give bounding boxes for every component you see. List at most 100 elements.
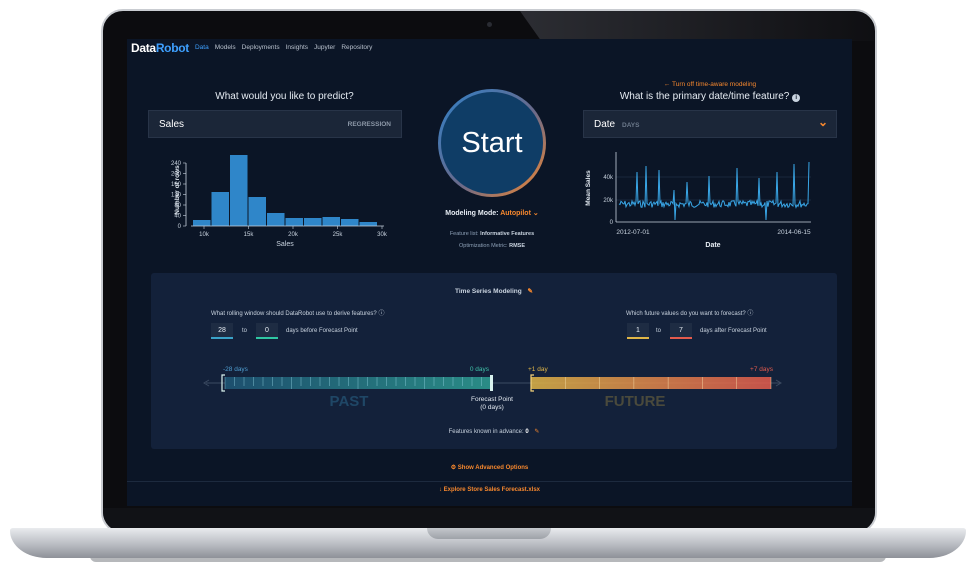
laptop-notch — [427, 528, 551, 539]
metric-info: Optimization Metric: RMSE — [417, 243, 567, 249]
timeseries-ytick-label: 40k — [603, 175, 614, 181]
histogram-bar — [267, 213, 285, 226]
time-series-panel: Time Series Modeling ✎ What rolling wind… — [151, 273, 837, 449]
nav-item-insights[interactable]: Insights — [286, 44, 308, 51]
histogram-bar — [211, 192, 229, 226]
histogram-bar — [248, 197, 266, 226]
edit-pencil-icon[interactable]: ✎ — [528, 288, 533, 295]
histogram-xtick-label: 25k — [333, 232, 344, 238]
app-screen: DataRobot Data Models Deployments Insigh… — [127, 39, 852, 506]
future-start-label: +1 day — [528, 366, 548, 373]
timeseries-xtick-start: 2012-07-01 — [616, 229, 650, 236]
nav-item-repository[interactable]: Repository — [341, 44, 372, 51]
forecast-point-sublabel: (0 days) — [480, 404, 503, 411]
rolling-from-input[interactable]: 28 — [211, 323, 233, 339]
nav-item-models[interactable]: Models — [215, 44, 236, 51]
target-select[interactable]: Sales REGRESSION — [148, 110, 402, 138]
nav-item-jupyter[interactable]: Jupyter — [314, 44, 335, 51]
chevron-down-icon: ⌄ — [817, 115, 828, 129]
forecast-to-input[interactable]: 7 — [670, 323, 692, 339]
histogram-bars — [193, 155, 377, 226]
metric-label: Optimization Metric: — [458, 243, 508, 249]
past-end-label: 0 days — [470, 366, 490, 373]
histogram-bar — [285, 218, 303, 226]
timeseries-xtick-end: 2014-06-15 — [777, 229, 811, 236]
future-window-bar[interactable] — [531, 377, 771, 389]
histogram-xlabel: Sales — [276, 241, 294, 248]
histogram-xtick-label: 10k — [199, 232, 210, 238]
forecast-question: Which future values do you want to forec… — [626, 308, 753, 317]
forecast-to-word: to — [656, 328, 662, 334]
chevron-down-icon: ⌄ — [532, 210, 539, 217]
histogram-bar — [304, 218, 322, 226]
target-value: Sales — [159, 119, 185, 130]
modeling-mode-value: Autopilot — [500, 210, 531, 217]
rolling-to-word: to — [242, 328, 248, 334]
info-icon[interactable]: i — [792, 94, 801, 102]
start-button[interactable]: Start — [438, 89, 546, 197]
histogram-ytick-label: 0 — [178, 224, 182, 230]
histogram-bar — [341, 219, 359, 226]
modeling-mode[interactable]: Modeling Mode: Autopilot ⌄ — [417, 209, 567, 217]
top-nav: DataRobot Data Models Deployments Insigh… — [127, 39, 852, 56]
histogram-ytick-label: 80 — [174, 203, 181, 209]
nav-item-data[interactable]: Data — [195, 44, 209, 51]
histogram-ytick-label: 40 — [174, 214, 181, 220]
logo[interactable]: DataRobot — [131, 41, 189, 55]
forecast-question-text: Which future values do you want to forec… — [626, 311, 746, 317]
histogram-ytick-label: 200 — [171, 172, 182, 178]
histogram-bar — [193, 220, 211, 226]
timeseries-ylabel: Mean Sales — [585, 170, 592, 206]
info-icon[interactable]: ⓘ — [378, 311, 384, 317]
arrow-left-icon: ← — [663, 81, 671, 88]
ts-panel-title: Time Series Modeling ✎ — [151, 287, 837, 295]
target-histogram: Number of rows 24020016012080400 10k 15k 2… — [171, 155, 388, 248]
turn-off-time-aware-link[interactable]: ← Turn off time-aware modeling — [582, 81, 838, 88]
camera-dot — [487, 22, 492, 27]
histogram-ytick-label: 120 — [171, 193, 182, 199]
rolling-suffix: days before Forecast Point — [286, 328, 358, 334]
histogram-xticks: 10k 15k 20k 25k 30k — [199, 226, 388, 238]
forecast-timeline: -28 days 0 days +1 day +7 days PAST FUTU… — [203, 366, 782, 411]
start-button-inner: Start — [441, 92, 543, 194]
histogram-bar — [322, 217, 340, 226]
histogram-xtick-label: 15k — [244, 232, 255, 238]
logo-data-text: Data — [131, 40, 156, 55]
histogram-yticks: 240 200 160 120 80 40 0 — [171, 161, 187, 230]
info-icon[interactable]: ⓘ — [747, 311, 753, 317]
datetime-question: What is the primary date/time feature? i — [582, 91, 838, 102]
logo-robot-text: Robot — [155, 40, 189, 55]
explore-dataset-link[interactable]: ↓ Explore Store Sales Forecast.xlsx — [127, 487, 852, 493]
gear-icon: ⚙ — [450, 465, 457, 471]
rolling-to-input[interactable]: 0 — [256, 323, 278, 339]
footer-divider — [127, 481, 852, 482]
future-end-label: +7 days — [750, 366, 774, 373]
timeseries-chart: Mean Sales 40k 20k 0 2012-07-01 2014-06-15… — [585, 152, 811, 249]
future-label: FUTURE — [605, 393, 666, 410]
feature-list-value: Informative Features — [480, 231, 535, 237]
past-label: PAST — [330, 393, 369, 410]
histogram-bar — [359, 222, 377, 226]
timeseries-ytick-label: 0 — [610, 220, 614, 226]
histogram-bar — [230, 155, 248, 226]
forecast-point-marker[interactable] — [490, 375, 493, 391]
datetime-question-text: What is the primary date/time feature? — [619, 91, 790, 102]
forecast-suffix: days after Forecast Point — [700, 328, 767, 334]
nav-item-deployments[interactable]: Deployments — [242, 44, 280, 51]
forecast-from-input[interactable]: 1 — [627, 323, 649, 339]
histogram-xtick-label: 30k — [377, 232, 388, 238]
metric-value: RMSE — [509, 243, 526, 249]
rolling-window-question: What rolling window should DataRobot use… — [211, 308, 384, 317]
edit-pencil-icon[interactable]: ✎ — [534, 429, 539, 435]
target-question: What would you like to predict? — [215, 91, 354, 102]
explore-label: Explore Store Sales Forecast.xlsx — [443, 487, 541, 493]
show-advanced-options-link[interactable]: ⚙ Show Advanced Options — [127, 464, 852, 471]
histogram-ytick-label: 240 — [171, 161, 182, 167]
modeling-mode-label: Modeling Mode: — [445, 210, 499, 217]
datetime-select[interactable]: Date DAYS ⌄ — [583, 110, 837, 138]
forecast-point-label: Forecast Point — [471, 396, 513, 403]
histogram-xtick-label: 20k — [288, 232, 299, 238]
rolling-question-text: What rolling window should DataRobot use… — [211, 311, 377, 317]
target-type: REGRESSION — [347, 121, 391, 128]
known-value: 0 — [525, 429, 529, 435]
